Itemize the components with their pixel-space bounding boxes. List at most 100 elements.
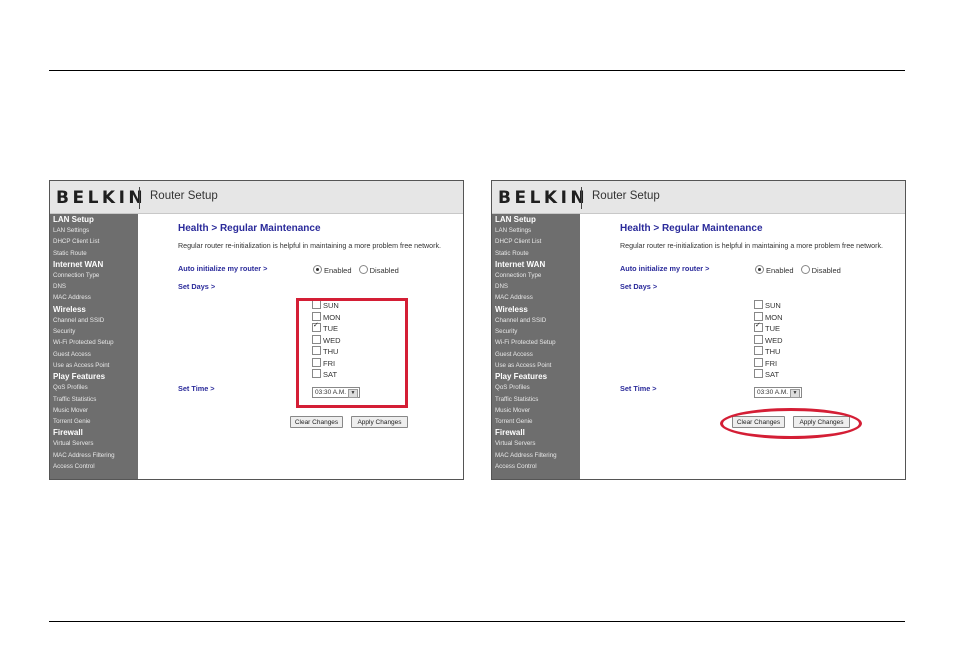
sidebar-item[interactable]: DNS [492,281,580,292]
belkin-logo: BELKIN [498,188,589,208]
sidebar-item[interactable]: Virtual Servers [492,438,580,449]
day-checkbox[interactable] [754,311,763,321]
day-checkbox[interactable] [754,321,763,332]
sidebar-item[interactable]: Torrent Genie [492,416,580,427]
sidebar-item[interactable]: Traffic Statistics [492,394,580,405]
day-option: THU [754,346,783,358]
sidebar-item[interactable]: Channel and SSID [50,315,138,326]
sidebar-item[interactable]: Music Mover [50,405,138,416]
belkin-logo: BELKIN [56,188,147,208]
enabled-label: Enabled [766,266,794,275]
bottom-rule [49,621,905,622]
sidebar-item[interactable]: MAC Address Filtering [492,450,580,461]
sidebar-item[interactable]: MAC Address [50,292,138,303]
app-title: Router Setup [150,190,218,202]
sidebar: LAN Setup LAN Settings DHCP Client List Sta… [50,214,138,479]
sidebar-section-heading: LAN Setup [495,215,536,224]
time-select-value: 03:30 A.M. [757,389,789,396]
sidebar-item[interactable]: Use as Access Point [492,360,580,371]
day-label: SUN [765,301,781,310]
sidebar-item[interactable]: Wi-Fi Protected Setup [50,337,138,348]
page-title: Health > Regular Maintenance [178,223,321,234]
enabled-radio[interactable] [313,265,322,274]
sidebar-item[interactable]: Traffic Statistics [50,394,138,405]
sidebar-item[interactable]: QoS Profiles [50,382,138,393]
sidebar-item[interactable]: Torrent Genie [50,416,138,427]
day-checkbox[interactable] [754,346,763,355]
sidebar-item[interactable]: Access Control [492,461,580,472]
main-panel: Health > Regular Maintenance Regular rou… [580,214,905,479]
sidebar-section-heading: Internet WAN [53,259,104,269]
disabled-label: Disabled [369,266,399,275]
sidebar: LAN Setup LAN Settings DHCP Client List Sta… [492,214,580,479]
day-checkbox[interactable] [754,369,763,378]
disabled-label: Disabled [811,266,841,275]
header-bar: BELKIN Router Setup [492,181,905,214]
auto-initialize-radios: Enabled Disabled [313,265,404,275]
set-time-label: Set Time > [178,384,215,393]
day-option: WED [754,334,783,347]
disabled-radio[interactable] [358,265,368,274]
sidebar-item[interactable]: DHCP Client List [50,236,138,247]
auto-initialize-label: Auto initialize my router > [620,264,710,273]
auto-initialize-label: Auto initialize my router > [178,264,268,273]
sidebar-item[interactable]: Guest Access [492,349,580,360]
set-days-label: Set Days > [178,282,216,291]
sidebar-item[interactable]: MAC Address [492,292,580,303]
day-option: FRI [754,357,783,370]
sidebar-section-heading: Internet WAN [495,259,546,269]
buttons-highlight-oval [720,408,862,439]
screenshot-buttons-highlight: BELKIN Router Setup LAN Setup LAN Setting… [491,180,906,480]
day-option: SUN [754,300,783,312]
sidebar-item[interactable]: Channel and SSID [492,315,580,326]
screenshot-days-highlight: BELKIN Router Setup LAN Setup LAN Setting… [49,180,464,480]
sidebar-item[interactable]: QoS Profiles [492,382,580,393]
set-time-label: Set Time > [620,384,657,393]
sidebar-section-heading: Firewall [53,428,83,438]
sidebar-section-heading: Firewall [495,428,525,438]
sidebar-section-heading: Wireless [53,304,86,314]
sidebar-item[interactable]: Wi-Fi Protected Setup [492,337,580,348]
sidebar-item[interactable]: Access Control [50,461,138,472]
sidebar-item[interactable]: DHCP Client List [492,236,580,247]
time-select[interactable]: 03:30 A.M. ▼ [754,387,802,398]
enabled-radio[interactable] [755,265,764,274]
top-rule [49,70,905,71]
header-bar: BELKIN Router Setup [50,181,463,214]
page-description: Regular router re-initialization is help… [178,242,441,250]
day-checkbox[interactable] [754,334,763,344]
sidebar-item[interactable]: Static Route [492,248,580,259]
sidebar-item[interactable]: Security [492,326,580,337]
sidebar-item[interactable]: Guest Access [50,349,138,360]
chevron-down-icon[interactable]: ▼ [790,389,800,398]
day-label: WED [765,335,783,345]
day-checkbox[interactable] [754,357,763,367]
sidebar-item[interactable]: Music Mover [492,405,580,416]
days-highlight-box [296,298,408,408]
sidebar-item[interactable]: LAN Settings [492,225,580,236]
sidebar-item[interactable]: MAC Address Filtering [50,450,138,461]
clear-changes-button[interactable]: Clear Changes [290,416,343,428]
sidebar-item[interactable]: DNS [50,281,138,292]
day-label: THU [765,347,781,356]
sidebar-item[interactable]: Connection Type [50,270,138,281]
sidebar-item[interactable]: Static Route [50,248,138,259]
sidebar-section-heading: Wireless [495,304,528,314]
page-description: Regular router re-initialization is help… [620,242,883,250]
sidebar-item[interactable]: Connection Type [492,270,580,281]
day-checkbox-list: SUN MON TUE WED THU FRI SAT [754,300,783,381]
enabled-label: Enabled [324,266,352,275]
header-divider [139,187,140,209]
sidebar-section-heading: Play Features [495,372,548,382]
day-label: TUE [765,324,780,333]
apply-changes-button[interactable]: Apply Changes [351,416,408,428]
day-option: TUE [754,321,783,335]
app-title: Router Setup [592,190,660,202]
sidebar-item[interactable]: Use as Access Point [50,360,138,371]
sidebar-item[interactable]: LAN Settings [50,225,138,236]
header-divider [581,187,582,209]
sidebar-item[interactable]: Security [50,326,138,337]
disabled-radio[interactable] [800,265,810,274]
sidebar-item[interactable]: Virtual Servers [50,438,138,449]
day-checkbox[interactable] [754,300,763,309]
